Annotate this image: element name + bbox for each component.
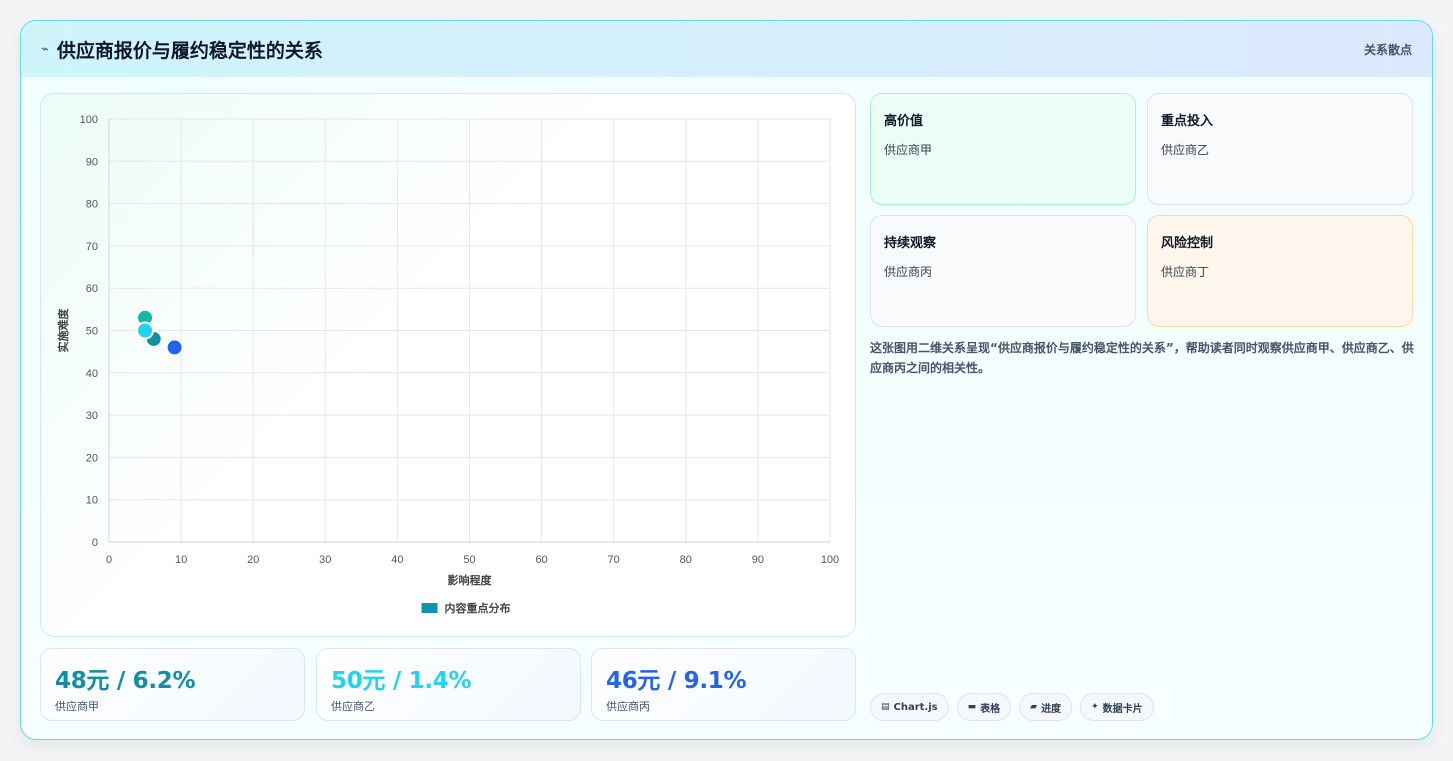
stat-card-3: 46元 / 9.1% 供应商丙 <box>591 648 856 721</box>
data-point <box>165 338 184 357</box>
x-tick-label: 40 <box>391 554 403 566</box>
x-axis-title: 影响程度 <box>448 573 493 587</box>
y-tick-label: 80 <box>86 199 98 211</box>
quadrant-risk-control: 风险控制 供应商丁 <box>1147 215 1413 327</box>
x-tick-label: 50 <box>463 554 475 566</box>
x-tick-label: 20 <box>247 554 259 566</box>
stat-label: 供应商丙 <box>606 700 650 713</box>
quadrant-observe: 持续观察 供应商丙 <box>870 215 1136 327</box>
stat-card-1: 48元 / 6.2% 供应商甲 <box>40 648 305 721</box>
y-tick-label: 90 <box>86 156 98 168</box>
bolt-icon: ⌁ <box>41 41 49 57</box>
quadrant-title: 风险控制 <box>1161 236 1214 251</box>
tag-data-cards[interactable]: ✦ 数据卡片 <box>1080 693 1154 721</box>
quadrant-high-value: 高价值 供应商甲 <box>870 93 1136 205</box>
y-tick-label: 100 <box>80 114 98 126</box>
y-tick-label: 0 <box>92 537 98 549</box>
quadrant-title: 持续观察 <box>884 236 937 251</box>
tag-table[interactable]: ▬ 表格 <box>956 693 1012 721</box>
legend-label: 内容重点分布 <box>445 601 511 615</box>
sparkle-icon: ✦ <box>1091 702 1099 712</box>
stat-value: 48元 / 6.2% <box>55 668 196 694</box>
data-point <box>136 321 155 340</box>
x-tick-label: 70 <box>608 554 620 566</box>
chart-type-badge: 关系散点 <box>1363 42 1412 57</box>
x-tick-label: 100 <box>821 554 839 566</box>
x-tick-label: 10 <box>175 554 187 566</box>
quadrant-item: 供应商乙 <box>1161 143 1210 157</box>
tag-list: ▤ Chart.js ▬ 表格 ▰ 进度 ✦ 数据卡片 <box>870 693 1154 721</box>
x-tick-label: 90 <box>752 554 764 566</box>
y-tick-label: 60 <box>86 283 98 295</box>
dashboard-card: ⌁ 供应商报价与履约稳定性的关系 关系散点 0 10 20 30 40 50 60 70 80 9… <box>20 20 1433 740</box>
progress-icon: ▰ <box>1030 702 1038 712</box>
y-tick-label: 70 <box>86 241 98 253</box>
y-tick-label: 50 <box>86 326 98 338</box>
card-header: ⌁ 供应商报价与履约稳定性的关系 关系散点 <box>21 21 1432 77</box>
stat-label: 供应商甲 <box>55 700 99 713</box>
stat-label: 供应商乙 <box>331 700 375 713</box>
y-tick-label: 40 <box>86 368 98 380</box>
tag-progress[interactable]: ▰ 进度 <box>1019 693 1073 721</box>
x-tick-label: 60 <box>535 554 547 566</box>
tag-label: 表格 <box>980 703 1001 715</box>
tag-label: 数据卡片 <box>1102 703 1143 715</box>
legend-swatch <box>421 603 438 613</box>
x-tick-label: 80 <box>680 554 692 566</box>
tag-label: Chart.js <box>893 701 938 713</box>
quadrant-title: 高价值 <box>884 114 924 129</box>
stat-value: 50元 / 1.4% <box>331 668 472 694</box>
quadrant-item: 供应商甲 <box>884 143 933 157</box>
y-tick-label: 10 <box>86 495 98 507</box>
quadrant-key-investment: 重点投入 供应商乙 <box>1147 93 1413 205</box>
y-tick-label: 30 <box>86 410 98 422</box>
tag-label: 进度 <box>1041 703 1062 715</box>
chart-description: 这张图用二维关系呈现“供应商报价与履约稳定性的关系”，帮助读者同时观察供应商甲、… <box>870 341 1414 375</box>
quadrant-title: 重点投入 <box>1161 114 1214 129</box>
quadrant-item: 供应商丙 <box>884 265 933 279</box>
page-title: 供应商报价与履约稳定性的关系 <box>56 39 323 62</box>
table-icon: ▬ <box>967 702 977 712</box>
x-tick-label: 30 <box>319 554 331 566</box>
stat-card-2: 50元 / 1.4% 供应商乙 <box>316 648 581 721</box>
y-axis-title: 实施难度 <box>56 308 70 353</box>
tag-chartjs[interactable]: ▤ Chart.js <box>870 693 949 721</box>
stat-value: 46元 / 9.1% <box>606 668 747 694</box>
scatter-chart: 0 10 20 30 40 50 60 70 80 90 100 0 10 20 30 40 50 60 70 80 9… <box>56 114 839 615</box>
quadrant-item: 供应商丁 <box>1161 265 1210 279</box>
chart-icon: ▤ <box>881 702 890 712</box>
scatter-chart-panel: 0 10 20 30 40 50 60 70 80 90 100 0 10 20 30 40 50 60 70 80 9… <box>40 93 856 637</box>
y-tick-label: 20 <box>86 452 98 464</box>
x-tick-label: 0 <box>106 554 112 566</box>
